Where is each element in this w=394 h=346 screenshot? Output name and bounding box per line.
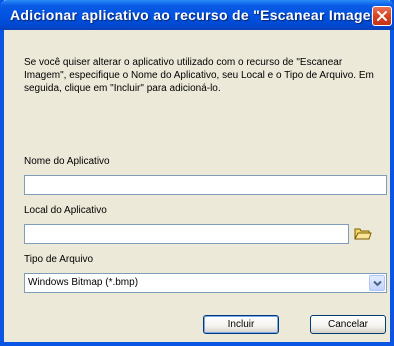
app-location-input[interactable] <box>24 224 349 244</box>
app-location-label: Local do Aplicativo <box>24 205 107 216</box>
window-title: Adicionar aplicativo ao recurso de "Esca… <box>10 7 391 23</box>
file-type-label: Tipo de Arquivo <box>24 254 94 265</box>
file-type-selected-value: Windows Bitmap (*.bmp) <box>28 277 139 288</box>
add-button[interactable]: Incluir <box>203 315 279 334</box>
app-name-input[interactable] <box>24 175 387 195</box>
instructions-text: Se você quiser alterar o aplicativo util… <box>24 57 374 94</box>
app-name-label: Nome do Aplicativo <box>24 156 110 167</box>
browse-button[interactable] <box>351 224 375 244</box>
dropdown-button[interactable] <box>369 275 385 291</box>
file-type-select[interactable]: Windows Bitmap (*.bmp) <box>24 273 387 293</box>
add-application-dialog: Adicionar aplicativo ao recurso de "Esca… <box>0 0 394 346</box>
close-button[interactable] <box>372 6 392 26</box>
cancel-button[interactable]: Cancelar <box>310 315 386 334</box>
title-bar[interactable]: Adicionar aplicativo ao recurso de "Esca… <box>0 0 394 30</box>
